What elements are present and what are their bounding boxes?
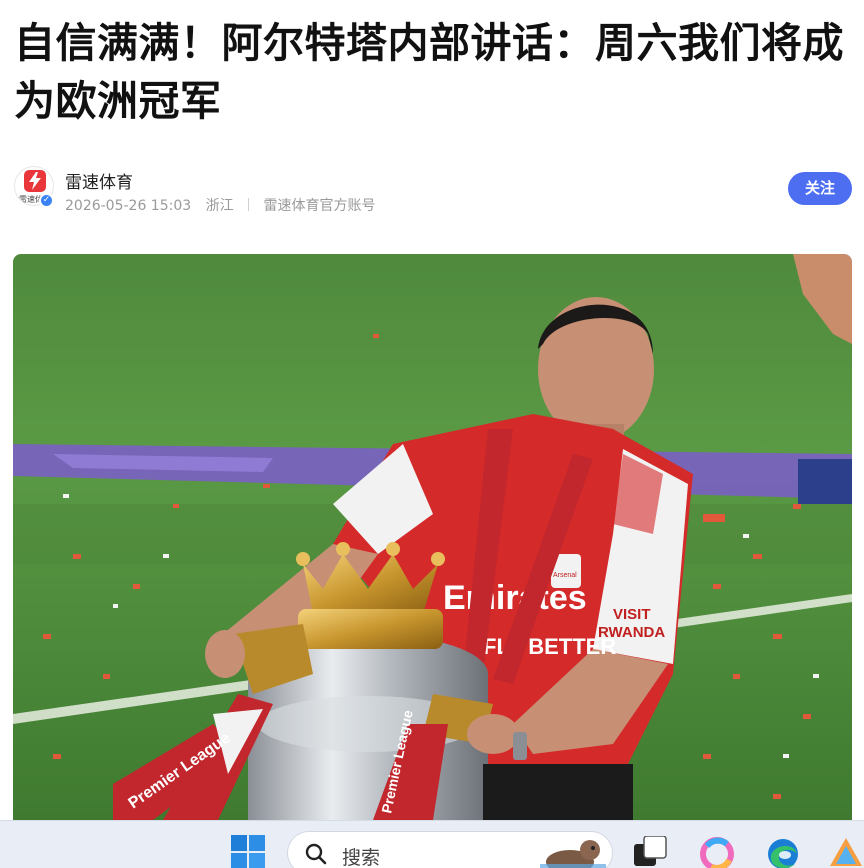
taskbar-search-box[interactable]: 搜索 [287, 831, 613, 868]
author-row: 雷速体育 ✓ 雷速体育 2026-05-26 15:03 浙江 雷速体育官方账号… [14, 164, 852, 216]
meta-divider [248, 198, 250, 211]
edge-icon[interactable] [765, 836, 801, 868]
article-meta: 2026-05-26 15:03 浙江 雷速体育官方账号 [65, 195, 376, 215]
search-highlight-icon [540, 840, 606, 868]
verified-badge-icon: ✓ [39, 193, 54, 208]
crest-text: Arsenal [553, 572, 577, 579]
task-view-icon[interactable] [632, 835, 668, 868]
copilot-icon[interactable] [699, 836, 735, 868]
article-title: 自信满满！阿尔特塔内部讲话：周六我们将成为欧洲冠军 [14, 19, 844, 125]
publish-location: 浙江 [205, 198, 234, 214]
search-placeholder: 搜索 [342, 847, 381, 868]
hero-image[interactable]: Emirates FLY BETTER VISIT RWANDA Arsenal… [13, 254, 852, 820]
follow-button[interactable]: 关注 [788, 172, 852, 205]
windows-start-icon[interactable] [231, 835, 265, 868]
account-type: 雷速体育官方账号 [263, 198, 376, 214]
publish-date: 2026-05-26 15:03 [65, 198, 192, 214]
sleeve-text-bottom: RWANDA [598, 624, 665, 641]
pinned-app-icon[interactable] [828, 836, 864, 868]
search-icon [305, 843, 327, 865]
author-name[interactable]: 雷速体育 [65, 168, 133, 193]
windows-taskbar: 搜索 [0, 820, 864, 868]
sleeve-text-top: VISIT [613, 606, 651, 623]
brand-logo-icon [24, 170, 46, 192]
